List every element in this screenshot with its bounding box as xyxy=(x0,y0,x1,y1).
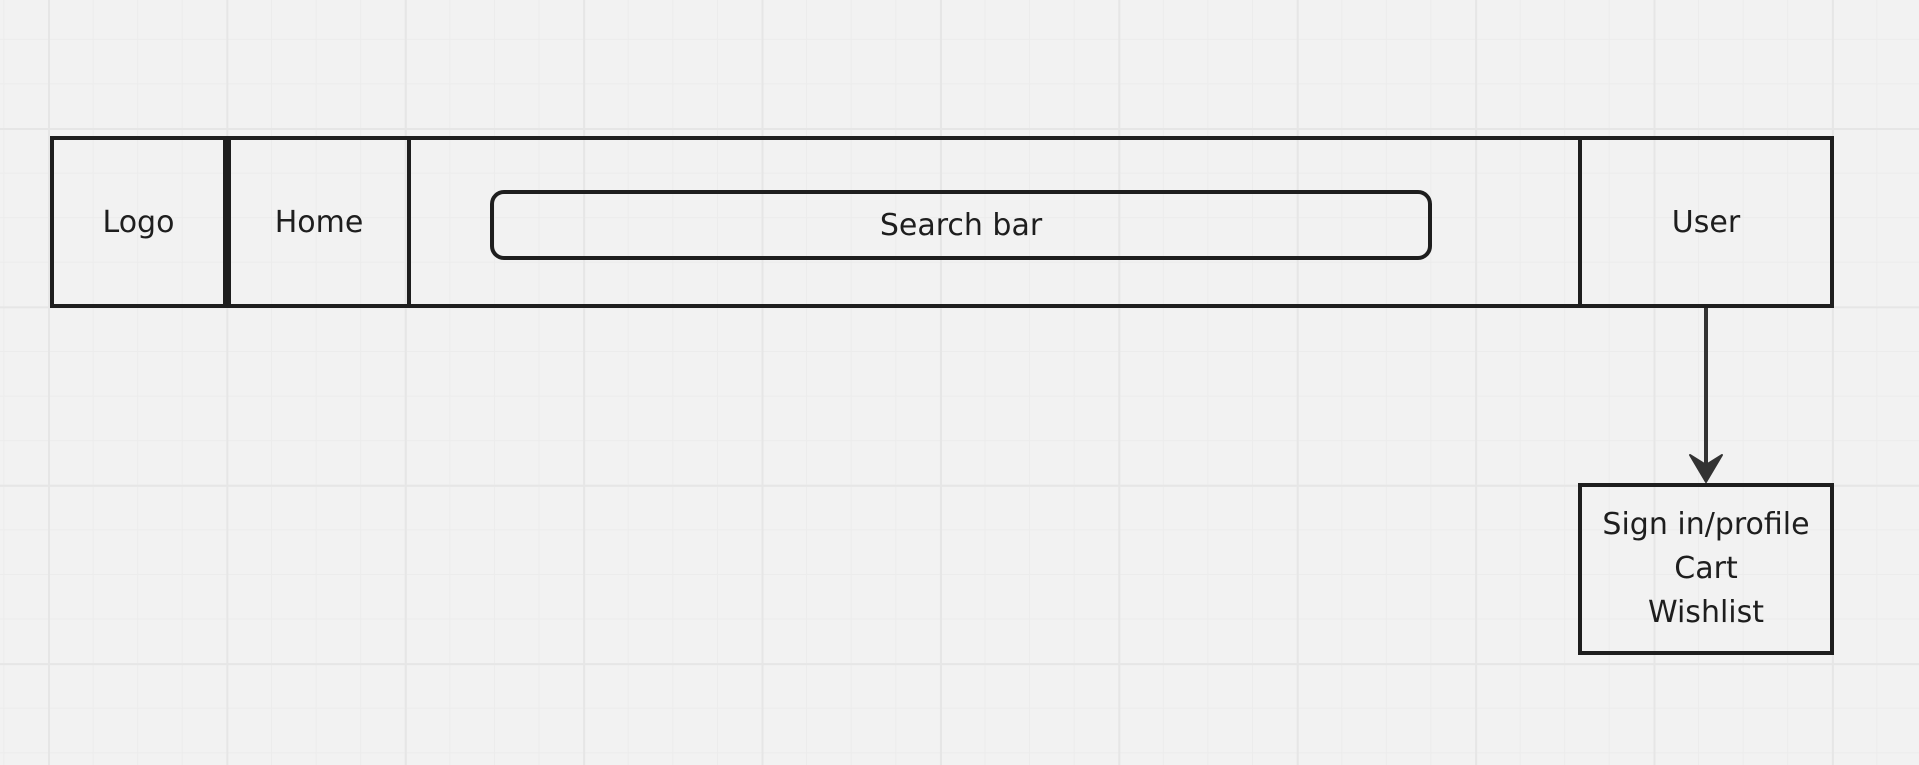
diagram-canvas: Logo Home Search bar User Sign in/profil… xyxy=(0,0,1919,765)
user-menu-node: Sign in/profile Cart Wishlist xyxy=(1578,483,1834,655)
user-menu-item-sign-in: Sign in/profile xyxy=(1602,507,1810,542)
user-menu-item-cart: Cart xyxy=(1674,551,1738,586)
user-menu-item-wishlist: Wishlist xyxy=(1647,595,1765,630)
